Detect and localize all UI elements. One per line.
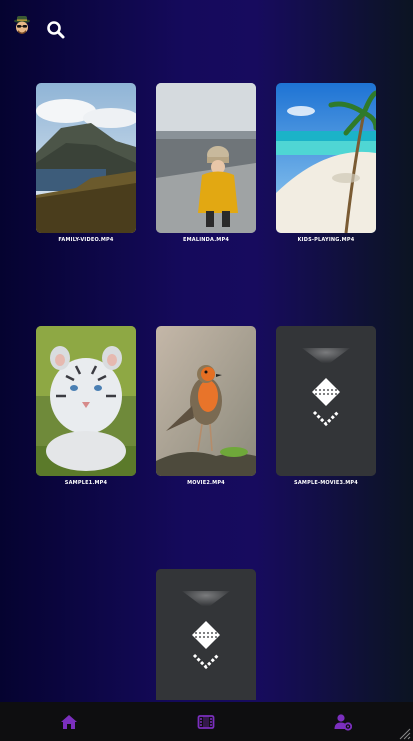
video-placeholder-icon bbox=[156, 569, 256, 700]
video-placeholder-icon bbox=[276, 326, 376, 476]
video-card[interactable]: KIDS-PLAYING.MP4 bbox=[276, 83, 376, 243]
video-thumbnail[interactable] bbox=[276, 83, 376, 233]
video-card[interactable]: SAMPLE-MOVIE3.MP4 bbox=[276, 326, 376, 486]
video-label: KIDS-PLAYING.MP4 bbox=[297, 237, 355, 243]
film-icon[interactable] bbox=[197, 713, 215, 731]
video-label: MOVIE2.MP4 bbox=[187, 480, 225, 486]
video-card[interactable]: MOVIE2.MP4 bbox=[156, 326, 256, 486]
mountain-lake-photo bbox=[36, 83, 136, 233]
tropical-beach-photo bbox=[276, 83, 376, 233]
video-label: EMALINDA.MP4 bbox=[182, 237, 230, 243]
video-thumbnail[interactable] bbox=[276, 326, 376, 476]
resize-grip-icon[interactable] bbox=[399, 727, 411, 740]
video-grid: FAMILY-VIDEO.MP4 EMALINDA.MP4 KIDS-PLAYI… bbox=[0, 0, 413, 700]
bottom-navigation bbox=[0, 702, 413, 741]
video-thumbnail[interactable] bbox=[36, 83, 136, 233]
video-label: FAMILY-VIDEO.MP4 bbox=[58, 237, 114, 243]
video-label: SAMPLE1.MP4 bbox=[64, 480, 108, 486]
video-thumbnail[interactable] bbox=[36, 326, 136, 476]
video-thumbnail[interactable] bbox=[156, 569, 256, 700]
video-card[interactable] bbox=[156, 569, 256, 700]
robin-bird-photo bbox=[156, 326, 256, 476]
video-thumbnail[interactable] bbox=[156, 326, 256, 476]
child-yellow-jacket-photo bbox=[156, 83, 256, 233]
user-settings-icon[interactable] bbox=[334, 713, 353, 731]
video-label: SAMPLE-MOVIE3.MP4 bbox=[294, 480, 358, 486]
video-thumbnail[interactable] bbox=[156, 83, 256, 233]
video-card[interactable]: FAMILY-VIDEO.MP4 bbox=[36, 83, 136, 243]
home-icon[interactable] bbox=[60, 713, 78, 731]
video-card[interactable]: SAMPLE1.MP4 bbox=[36, 326, 136, 486]
video-card[interactable]: EMALINDA.MP4 bbox=[156, 83, 256, 243]
white-tiger-cub-photo bbox=[36, 326, 136, 476]
